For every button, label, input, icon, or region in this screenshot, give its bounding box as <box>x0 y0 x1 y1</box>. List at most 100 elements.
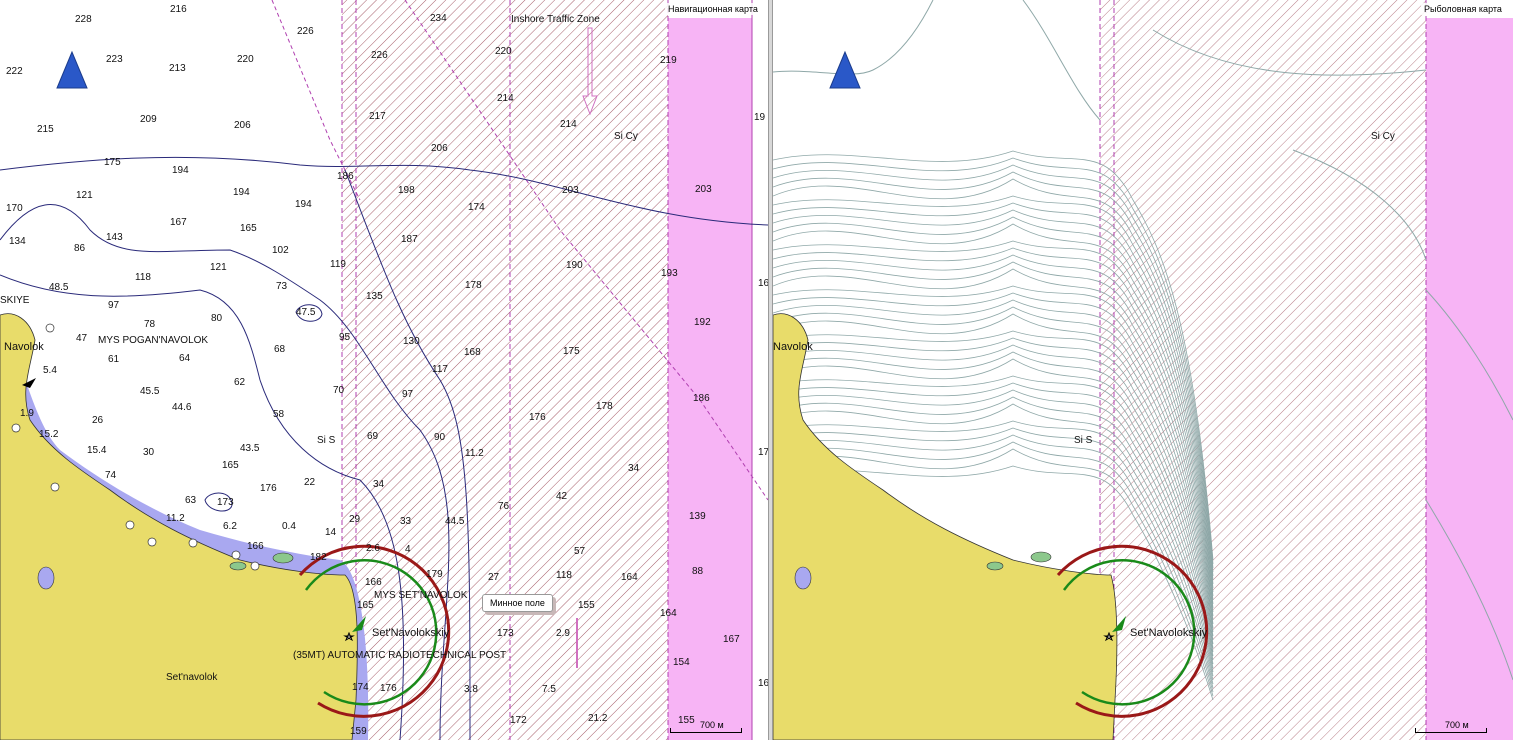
depth-sounding: 213 <box>169 63 186 74</box>
depth-sounding: 119 <box>330 259 346 270</box>
navigation-chart-pane[interactable]: 228 216 226 234 220 219 222 223 213 220 226 214 215 2… <box>0 0 768 740</box>
depth-sounding: 6.2 <box>223 521 237 532</box>
depth-sounding: 174 <box>352 682 369 693</box>
depth-sounding: 33 <box>400 516 412 527</box>
depth-sounding: 68 <box>274 344 286 355</box>
label-skiye: SKIYE <box>0 295 30 306</box>
depth-sounding: 97 <box>402 389 414 400</box>
depth-sounding: 34 <box>628 463 640 474</box>
depth-sounding: 167 <box>723 634 740 645</box>
depth-sounding: 194 <box>233 187 250 198</box>
depth-sounding: 86 <box>74 243 86 254</box>
label-set-navolok: Set'navolok <box>166 672 218 683</box>
scale-bar-line <box>1415 728 1487 733</box>
depth-sounding: 22 <box>304 477 316 488</box>
depth-sounding: 19 <box>754 112 766 123</box>
depth-sounding: 166 <box>365 577 382 588</box>
depth-sounding: 88 <box>692 566 704 577</box>
depth-sounding: 194 <box>172 165 189 176</box>
depth-sounding: 7.5 <box>542 684 556 695</box>
depth-sounding: 47 <box>76 333 88 344</box>
north-arrow-icon <box>829 50 861 89</box>
depth-sounding: 74 <box>105 470 117 481</box>
depth-sounding: 117 <box>432 364 448 375</box>
depth-contour <box>1022 0 1101 121</box>
label-radio-post: (35MT) AUTOMATIC RADIOTECHNICAL POST <box>293 650 506 661</box>
depth-sounding: 167 <box>170 217 187 228</box>
label-mys-set-navolok: MYS SET'NAVOLOK <box>374 590 468 601</box>
lake <box>794 566 812 590</box>
depth-sounding: 43.5 <box>240 443 260 454</box>
fishing-chart-canvas[interactable]: Si Cy Si S Navolok Set'Navolokskiy <box>773 0 1513 740</box>
depth-sounding: 173 <box>497 628 514 639</box>
depth-sounding: 42 <box>556 491 568 502</box>
depth-sounding: 76 <box>498 501 510 512</box>
depth-sounding: 186 <box>337 171 354 182</box>
fishing-chart-pane[interactable]: Si Cy Si S Navolok Set'Navolokskiy Рыбол… <box>773 0 1513 740</box>
navigation-chart-canvas[interactable]: 228216226234220219222223213220 2262142152… <box>0 0 768 740</box>
depth-sounding: 134 <box>9 236 26 247</box>
depth-sounding: 73 <box>276 281 288 292</box>
label-set-navolokskiy: Set'Navolokskiy <box>1130 627 1208 639</box>
depth-sounding: 44.6 <box>172 402 192 413</box>
depth-sounding: 97 <box>108 300 120 311</box>
hazard-tooltip: Минное поле <box>482 594 553 612</box>
depth-sounding: 57 <box>574 546 586 557</box>
depth-sounding: 176 <box>260 483 277 494</box>
depth-sounding: 194 <box>295 199 312 210</box>
depth-sounding: 121 <box>210 262 227 273</box>
depth-sounding: 223 <box>106 54 123 65</box>
depth-sounding: 14 <box>325 527 337 538</box>
depth-sounding: 102 <box>272 245 289 256</box>
depth-sounding: 178 <box>465 280 482 291</box>
depth-sounding: 4 <box>405 544 411 555</box>
depth-sounding: 17 <box>758 447 768 458</box>
depth-sounding: 143 <box>106 232 123 243</box>
depth-sounding: 29 <box>349 514 361 525</box>
depth-sounding: 78 <box>144 319 156 330</box>
depth-sounding: 11.2 <box>465 448 484 459</box>
depth-sounding: 69 <box>367 431 379 442</box>
depth-sounding: 165 <box>240 223 257 234</box>
depth-sounding: 15.4 <box>87 445 107 456</box>
depth-sounding: 228 <box>75 14 92 25</box>
depth-sounding: 192 <box>694 317 711 328</box>
depth-sounding: 21.2 <box>588 713 608 724</box>
depth-sounding: 193 <box>661 268 678 279</box>
lake <box>37 566 55 590</box>
label-si-cy: Si Cy <box>614 131 638 142</box>
depth-sounding: 2.9 <box>556 628 570 639</box>
depth-sounding: 62 <box>234 377 246 388</box>
lake <box>229 561 247 571</box>
depth-sounding: 118 <box>556 570 572 581</box>
depth-sounding: 178 <box>596 401 613 412</box>
lake <box>986 561 1004 571</box>
depth-sounding: 174 <box>468 202 485 213</box>
depth-sounding: 135 <box>366 291 383 302</box>
depth-sounding: 220 <box>495 46 512 57</box>
label-navolok: Navolok <box>4 341 44 353</box>
depth-sounding: 154 <box>673 657 690 668</box>
depth-sounding: 217 <box>369 111 386 122</box>
depth-sounding: 165 <box>222 460 239 471</box>
depth-sounding: 118 <box>135 272 151 283</box>
depth-sounding: 95 <box>339 332 351 343</box>
depth-sounding: 34 <box>373 479 385 490</box>
depth-sounding: 90 <box>434 432 446 443</box>
depth-sounding: 155 <box>578 600 595 611</box>
depth-sounding: 226 <box>297 26 314 37</box>
depth-sounding: 130 <box>403 336 420 347</box>
depth-sounding: 30 <box>143 447 155 458</box>
depth-sounding: 170 <box>6 203 23 214</box>
traffic-lane-band <box>668 18 752 740</box>
chart-type-label: Навигационная карта <box>665 3 761 15</box>
depth-sounding: 0.4 <box>282 521 296 532</box>
depth-sounding: 203 <box>695 184 712 195</box>
depth-sounding: 159 <box>350 726 367 737</box>
depth-sounding: 164 <box>621 572 638 583</box>
depth-sounding: 163 <box>758 678 768 689</box>
depth-sounding: 26 <box>92 415 104 426</box>
depth-sounding: 173 <box>217 497 234 508</box>
depth-sounding: 214 <box>560 119 577 130</box>
depth-sounding: 175 <box>104 157 121 168</box>
